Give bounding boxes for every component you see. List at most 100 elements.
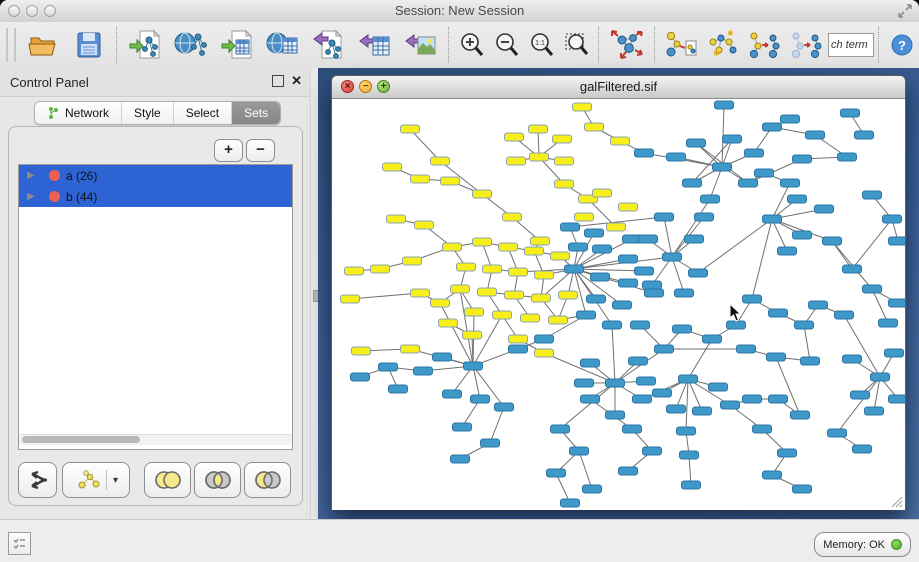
set-label: b (44) [66, 190, 97, 204]
network-node-blue [667, 153, 686, 161]
new-network-selected-nodes-selected-edges-icon[interactable] [786, 25, 828, 65]
help-icon[interactable]: ? [884, 25, 919, 65]
network-node-blue [639, 235, 658, 243]
save-session-icon[interactable] [66, 25, 112, 65]
set-union-button[interactable] [144, 462, 191, 498]
network-node-yellow [431, 299, 450, 307]
network-node-blue [679, 375, 698, 383]
network-node-blue [495, 403, 514, 411]
network-node-yellow [457, 263, 476, 271]
set-list-item[interactable]: ▶ b (44) [19, 186, 292, 207]
create-set-dropdown-button[interactable]: ▾ [62, 462, 130, 498]
tab-select[interactable]: Select [174, 102, 232, 124]
network-node-blue [643, 281, 662, 289]
zoom-in-icon[interactable] [454, 25, 489, 65]
network-node-blue [879, 319, 898, 327]
network-node-yellow [503, 213, 522, 221]
network-node-blue [535, 335, 554, 343]
network-node-blue [885, 349, 904, 357]
toolbar-separator [654, 27, 656, 63]
network-node-blue [379, 363, 398, 371]
set-list-item[interactable]: ▶ a (26) [19, 165, 292, 186]
network-node-yellow [383, 163, 402, 171]
network-node-blue [778, 449, 797, 457]
network-node-blue [838, 153, 857, 161]
panel-splitter[interactable] [310, 68, 318, 519]
dropdown-arrow-icon[interactable]: ▾ [113, 475, 118, 486]
export-network-icon[interactable] [306, 25, 352, 65]
tab-network[interactable]: Network [35, 102, 122, 124]
expander-icon[interactable]: ▶ [27, 170, 41, 181]
add-set-button[interactable]: + [214, 139, 243, 162]
svg-text:?: ? [898, 38, 906, 53]
network-node-blue [828, 429, 847, 437]
network-node-yellow [535, 271, 554, 279]
network-node-blue [815, 205, 834, 213]
network-node-yellow [507, 157, 526, 165]
network-node-blue [743, 295, 762, 303]
network-node-yellow [463, 331, 482, 339]
close-panel-icon[interactable]: ✕ [291, 73, 302, 89]
network-node-blue [835, 311, 854, 319]
split-set-button[interactable] [18, 462, 57, 498]
window-resize-grip[interactable] [889, 494, 903, 508]
import-table-file-icon[interactable] [214, 25, 260, 65]
expander-icon[interactable]: ▶ [27, 191, 41, 202]
network-node-blue [723, 135, 742, 143]
network-node-blue [635, 149, 654, 157]
network-node-blue [581, 395, 600, 403]
network-canvas[interactable] [332, 99, 905, 510]
network-node-blue [695, 213, 714, 221]
network-node-blue [769, 309, 788, 317]
network-node-blue [561, 223, 580, 231]
yellow-network-icon [74, 469, 100, 491]
toolbar-drag-handle[interactable] [6, 28, 16, 62]
fullscreen-icon[interactable] [897, 3, 913, 19]
export-image-icon[interactable] [398, 25, 444, 65]
network-node-yellow [345, 267, 364, 275]
new-network-from-selection-icon[interactable] [660, 25, 702, 65]
sets-list[interactable]: ▶ a (26) ▶ b (44) [18, 164, 293, 450]
control-panel-title: Control Panel [10, 75, 89, 90]
zoom-out-icon[interactable] [489, 25, 524, 65]
network-node-yellow [529, 125, 548, 133]
zoom-fit-selected-icon[interactable] [559, 25, 594, 65]
apply-layout-icon[interactable] [604, 25, 650, 65]
float-panel-icon[interactable] [272, 75, 284, 87]
remove-set-button[interactable]: − [246, 139, 275, 162]
scrollbar-thumb[interactable] [22, 436, 140, 443]
search-input[interactable] [828, 33, 874, 57]
import-network-file-icon[interactable] [122, 25, 168, 65]
network-node-blue [561, 499, 580, 507]
zoom-actual-icon[interactable]: 1:1 [524, 25, 559, 65]
status-bar: Memory: OK [0, 519, 919, 562]
import-table-web-icon[interactable] [260, 25, 306, 65]
memory-status-button[interactable]: Memory: OK [814, 532, 911, 557]
set-difference-button[interactable] [244, 462, 291, 498]
sets-horizontal-scrollbar[interactable] [19, 434, 292, 445]
network-window-titlebar[interactable]: × − + galFiltered.sif [332, 76, 905, 99]
network-graph[interactable] [332, 99, 905, 510]
select-first-neighbors-icon[interactable]: ✱✱ [702, 25, 744, 65]
network-node-blue [623, 425, 642, 433]
main-titlebar[interactable]: Session: New Session [0, 0, 919, 23]
tab-style[interactable]: Style [122, 102, 174, 124]
set-intersection-button[interactable] [194, 462, 241, 498]
new-network-selected-nodes-all-edges-icon[interactable] [744, 25, 786, 65]
export-table-icon[interactable] [352, 25, 398, 65]
network-node-blue [570, 447, 589, 455]
mouse-cursor-icon [728, 303, 742, 323]
network-node-blue [585, 229, 604, 237]
network-node-blue [743, 395, 762, 403]
tab-select-label: Select [186, 106, 219, 120]
network-node-yellow [509, 335, 528, 343]
network-node-yellow [553, 135, 572, 143]
tab-sets[interactable]: Sets [232, 102, 280, 124]
open-file-icon[interactable] [20, 25, 66, 65]
network-node-blue [795, 321, 814, 329]
task-monitor-button[interactable] [8, 532, 31, 555]
import-network-web-icon[interactable] [168, 25, 214, 65]
control-panel-tabbar: Network Style Select Sets [34, 101, 281, 125]
network-node-blue [769, 395, 788, 403]
network-view-window[interactable]: × − + galFiltered.sif [331, 75, 906, 510]
